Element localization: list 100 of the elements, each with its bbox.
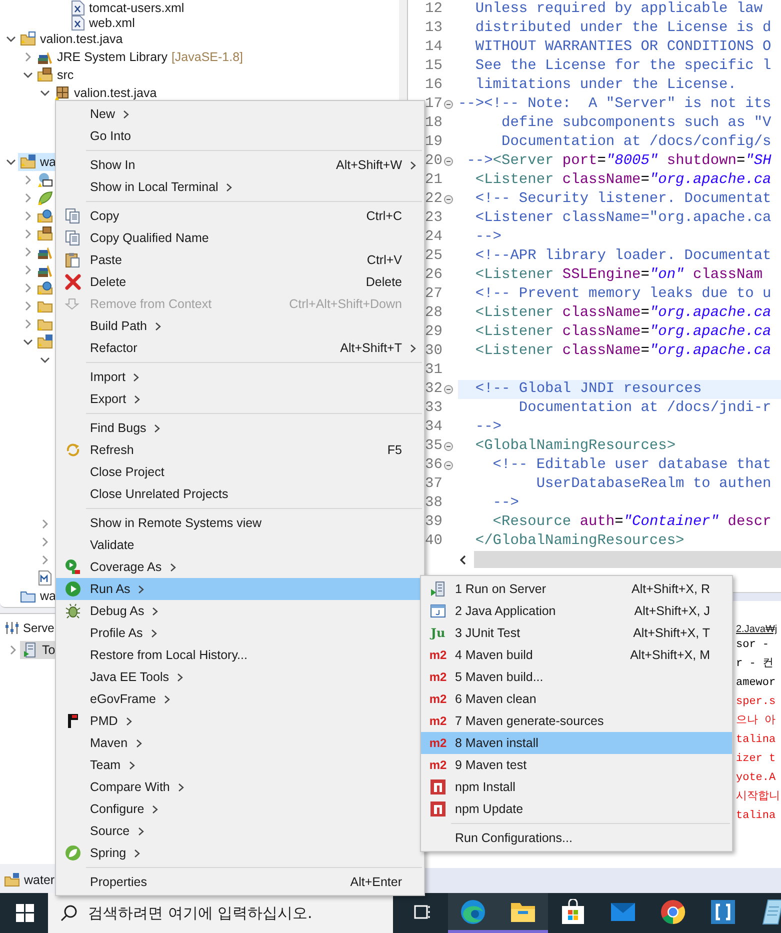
menu-item[interactable]: Coverage As <box>56 556 424 578</box>
menu-item[interactable]: Profile As <box>56 622 424 644</box>
menu-item[interactable]: Copy Ctrl+C <box>56 205 424 227</box>
menu-item[interactable]: Import <box>56 366 424 388</box>
tree-item[interactable]: valion.test.java <box>18 30 126 48</box>
menu-item[interactable]: Team <box>56 754 424 776</box>
collapse-chevron-icon[interactable] <box>40 355 50 365</box>
expand-chevron-icon[interactable] <box>8 645 18 655</box>
tree-item[interactable]: web.xml <box>69 14 138 32</box>
expand-chevron-icon[interactable] <box>23 283 33 293</box>
expand-chevron-icon[interactable] <box>23 229 33 239</box>
shortcut-text: Alt+Shift+X, M <box>630 648 710 662</box>
fold-icon[interactable] <box>444 157 453 166</box>
menu-item[interactable]: Refresh F5 <box>56 439 424 461</box>
menu-item[interactable]: Refactor Alt+Shift+T <box>56 337 424 359</box>
tree-item[interactable]: src <box>35 66 77 84</box>
menu-item[interactable]: Delete Delete <box>56 271 424 293</box>
expand-chevron-icon[interactable] <box>23 247 33 257</box>
mail-icon[interactable] <box>610 902 636 922</box>
menu-item[interactable]: Export <box>56 388 424 410</box>
menu-item[interactable]: Go Into <box>56 125 424 147</box>
menu-item[interactable]: 1 Run on Server Alt+Shift+X, R <box>421 578 732 600</box>
tree-item[interactable]: JRE System Library [JavaSE-1.8] <box>35 48 246 66</box>
line-number: 21 <box>425 171 443 190</box>
collapse-chevron-icon[interactable] <box>40 88 50 98</box>
line-number: 24 <box>425 228 443 247</box>
menu-item[interactable]: Java EE Tools <box>56 666 424 688</box>
collapse-chevron-icon[interactable] <box>23 337 33 347</box>
menu-item[interactable]: Restore from Local History... <box>56 644 424 666</box>
bracket-app-icon[interactable] <box>710 898 736 924</box>
start-icon[interactable] <box>16 904 34 922</box>
collapse-chevron-icon[interactable] <box>6 157 16 167</box>
search-field[interactable]: 검색하려면 여기에 입력하십시오. <box>48 893 393 933</box>
expand-chevron-icon[interactable] <box>23 193 33 203</box>
collapse-chevron-icon[interactable] <box>6 34 16 44</box>
expand-chevron-icon[interactable] <box>40 519 50 529</box>
menu-item[interactable]: m2 8 Maven install <box>421 732 732 754</box>
menu-item[interactable]: Show In Alt+Shift+W <box>56 154 424 176</box>
menu-item[interactable]: Show in Local Terminal <box>56 176 424 198</box>
code-line: limitations under the License. <box>474 76 738 95</box>
menu-item[interactable]: Spring <box>56 842 424 864</box>
menu-item[interactable]: npm Update <box>421 798 732 820</box>
menu-item[interactable]: m2 4 Maven build Alt+Shift+X, M <box>421 644 732 666</box>
fold-icon[interactable] <box>444 385 453 394</box>
expand-chevron-icon[interactable] <box>23 211 33 221</box>
npm-icon <box>430 801 446 817</box>
menu-item[interactable]: Find Bugs <box>56 417 424 439</box>
menu-item[interactable]: eGovFrame <box>56 688 424 710</box>
menu-item[interactable]: Show in Remote Systems view <box>56 512 424 534</box>
menu-item[interactable]: Properties Alt+Enter <box>56 871 424 893</box>
menu-item[interactable]: New <box>56 103 424 125</box>
menu-item[interactable]: Source <box>56 820 424 842</box>
copy-icon <box>65 208 81 224</box>
shopping-bag-icon[interactable] <box>561 898 585 924</box>
menu-item[interactable]: PMD <box>56 710 424 732</box>
expand-chevron-icon[interactable] <box>23 52 33 62</box>
menu-item[interactable]: m2 9 Maven test <box>421 754 732 776</box>
menu-item[interactable]: m2 7 Maven generate-sources <box>421 710 732 732</box>
fold-icon[interactable] <box>444 195 453 204</box>
expand-chevron-icon[interactable] <box>40 537 50 547</box>
menu-item[interactable]: m2 5 Maven build... <box>421 666 732 688</box>
tree-item[interactable]: tomcat-users.xml <box>69 0 188 16</box>
menu-item[interactable]: Run Configurations... <box>421 827 732 849</box>
expand-chevron-icon[interactable] <box>23 175 33 185</box>
line-number: 14 <box>425 38 443 57</box>
fold-icon[interactable] <box>444 100 453 109</box>
code-line: <Listener SSLEngine="on" classNam <box>474 266 764 285</box>
menu-item[interactable]: Compare With <box>56 776 424 798</box>
shortcut-text: Alt+Shift+T <box>340 341 402 355</box>
menu-item[interactable]: Ju 3 JUnit Test Alt+Shift+X, T <box>421 622 732 644</box>
scroll-left-icon[interactable] <box>458 554 468 564</box>
browser-icon[interactable] <box>660 898 686 924</box>
fold-icon[interactable] <box>444 461 453 470</box>
menu-item[interactable]: Close Project <box>56 461 424 483</box>
menu-item[interactable]: 2 Java Application Alt+Shift+X, J <box>421 600 732 622</box>
menu-item[interactable]: Copy Qualified Name <box>56 227 424 249</box>
expand-chevron-icon[interactable] <box>23 319 33 329</box>
tree-item[interactable]: valion.test.java <box>52 84 160 102</box>
taskbar-button[interactable] <box>498 893 548 933</box>
view-tab[interactable]: Serve <box>0 617 56 639</box>
shortcut-text: Ctrl+V <box>366 253 402 267</box>
menu-item[interactable]: Debug As <box>56 600 424 622</box>
expand-chevron-icon[interactable] <box>40 555 50 565</box>
expand-chevron-icon[interactable] <box>23 301 33 311</box>
tree-item[interactable]: wa <box>18 587 59 605</box>
menu-item[interactable]: Build Path <box>56 315 424 337</box>
menu-item[interactable]: m2 6 Maven clean <box>421 688 732 710</box>
menu-item[interactable]: npm Install <box>421 776 732 798</box>
file-icon <box>37 570 53 586</box>
fold-icon[interactable] <box>444 442 453 451</box>
menu-item[interactable]: Paste Ctrl+V <box>56 249 424 271</box>
menu-item[interactable]: Close Unrelated Projects <box>56 483 424 505</box>
notepad-icon[interactable] <box>762 898 781 924</box>
code-line: Documentation at /docs/config/s <box>500 133 772 152</box>
menu-item[interactable]: Validate <box>56 534 424 556</box>
menu-item[interactable]: Configure <box>56 798 424 820</box>
collapse-chevron-icon[interactable] <box>23 70 33 80</box>
menu-item[interactable]: Maven <box>56 732 424 754</box>
code-line: <Listener className="org.apache.ca <box>474 323 772 342</box>
expand-chevron-icon[interactable] <box>23 265 33 275</box>
